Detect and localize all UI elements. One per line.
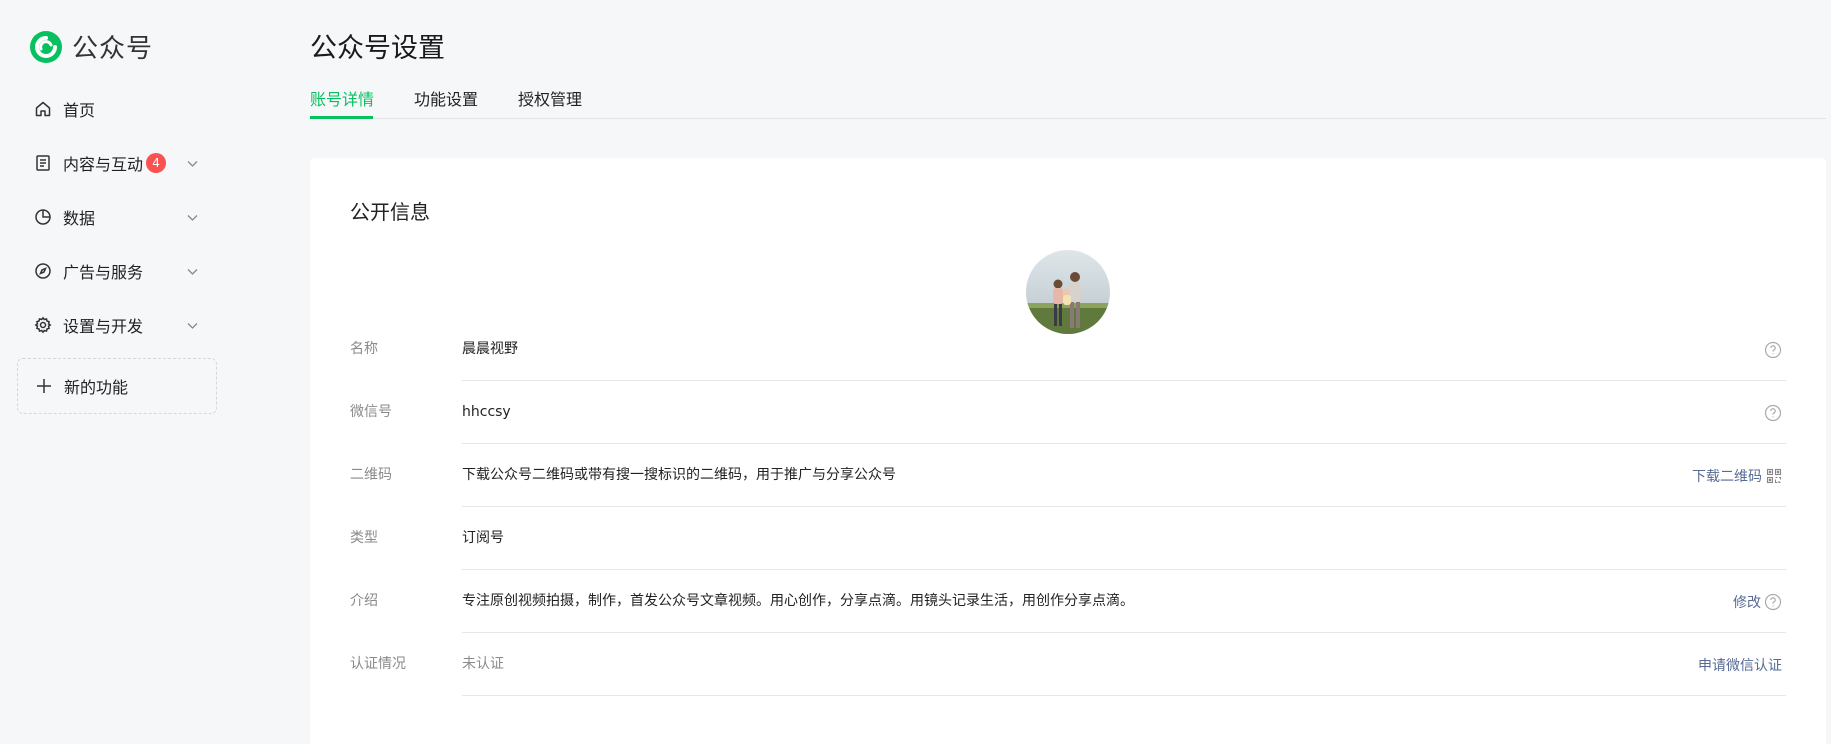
sidebar-item-label: 内容与互动 [63, 155, 144, 174]
pie-chart-icon [34, 208, 52, 226]
help-icon[interactable] [1764, 341, 1782, 359]
row-label: 二维码 [350, 467, 392, 483]
wechat-official-account-logo-icon [30, 30, 62, 63]
row-label: 类型 [350, 530, 378, 546]
tab-account-details[interactable]: 账号详情 [310, 86, 374, 119]
download-qr-code-link[interactable]: 下载二维码 [1692, 466, 1762, 486]
account-name-value: 晨晨视野 [462, 341, 518, 357]
row-label: 认证情况 [350, 656, 406, 672]
tab-authorization[interactable]: 授权管理 [518, 86, 582, 119]
active-tab-indicator [310, 116, 373, 119]
info-row-type: 类型 订阅号 [310, 507, 1826, 570]
tab-bar: 账号详情 功能设置 授权管理 [310, 86, 1826, 119]
sidebar-item-home[interactable]: 首页 [34, 89, 204, 129]
row-divider [462, 695, 1786, 696]
edit-introduction-link[interactable]: 修改 [1733, 592, 1761, 612]
public-info-card: 公开信息 名称 晨晨视野 微信号 hhccsy 二维码 下载公众号二维码或带有搜… [310, 158, 1826, 744]
sidebar-item-label: 数据 [63, 209, 96, 228]
row-label: 微信号 [350, 404, 392, 420]
wechat-id-value: hhccsy [462, 404, 511, 420]
document-icon [34, 154, 52, 172]
section-title: 公开信息 [350, 200, 430, 224]
info-row-name: 名称 晨晨视野 [310, 318, 1826, 381]
chevron-down-icon[interactable] [186, 157, 199, 170]
plus-icon [37, 379, 51, 393]
info-row-qr-code: 二维码 下载公众号二维码或带有搜一搜标识的二维码，用于推广与分享公众号 下载二维… [310, 444, 1826, 507]
notification-badge: 4 [146, 153, 167, 173]
brand-logo[interactable]: 公众号 [28, 28, 153, 65]
new-feature-button[interactable]: 新的功能 [17, 358, 217, 414]
sidebar-item-content[interactable]: 内容与互动 4 [34, 143, 204, 183]
qr-code-icon[interactable] [1766, 468, 1782, 484]
tab-function-settings[interactable]: 功能设置 [414, 86, 478, 119]
account-type-value: 订阅号 [462, 530, 504, 546]
row-label: 名称 [350, 341, 378, 357]
sidebar-item-label: 广告与服务 [63, 263, 144, 282]
sidebar-item-label: 设置与开发 [63, 317, 144, 336]
page-title: 公众号设置 [310, 33, 445, 64]
sidebar-item-ads-services[interactable]: 广告与服务 [34, 251, 204, 291]
chevron-down-icon[interactable] [186, 211, 199, 224]
tab-label: 功能设置 [414, 90, 479, 109]
introduction-value: 专注原创视频拍摄，制作，首发公众号文章视频。用心创作，分享点滴。用镜头记录生活，… [462, 593, 1134, 609]
chevron-down-icon[interactable] [186, 319, 199, 332]
help-icon[interactable] [1764, 404, 1782, 422]
row-label: 介绍 [350, 593, 378, 609]
gear-icon [34, 316, 52, 334]
tab-label: 授权管理 [518, 90, 583, 109]
sidebar-item-settings-dev[interactable]: 设置与开发 [34, 305, 204, 345]
sidebar-item-data[interactable]: 数据 [34, 197, 204, 237]
sidebar-item-label: 首页 [63, 101, 96, 120]
tab-label: 账号详情 [310, 90, 375, 109]
home-icon [34, 100, 52, 118]
qr-code-description: 下载公众号二维码或带有搜一搜标识的二维码，用于推广与分享公众号 [462, 467, 896, 483]
verification-status-value: 未认证 [462, 656, 504, 672]
compass-icon [34, 262, 52, 280]
info-row-wechat-id: 微信号 hhccsy [310, 381, 1826, 444]
sidebar: 公众号 首页 内容与互动 4 数据 广告与服务 设置与开发 新的功能 [0, 0, 235, 744]
brand-name: 公众号 [72, 34, 154, 64]
info-row-introduction: 介绍 专注原创视频拍摄，制作，首发公众号文章视频。用心创作，分享点滴。用镜头记录… [310, 570, 1826, 633]
help-icon[interactable] [1764, 593, 1782, 611]
info-row-verification: 认证情况 未认证 申请微信认证 [310, 633, 1826, 696]
chevron-down-icon[interactable] [186, 265, 199, 278]
new-feature-label: 新的功能 [64, 378, 129, 397]
apply-verification-link[interactable]: 申请微信认证 [1698, 655, 1782, 675]
